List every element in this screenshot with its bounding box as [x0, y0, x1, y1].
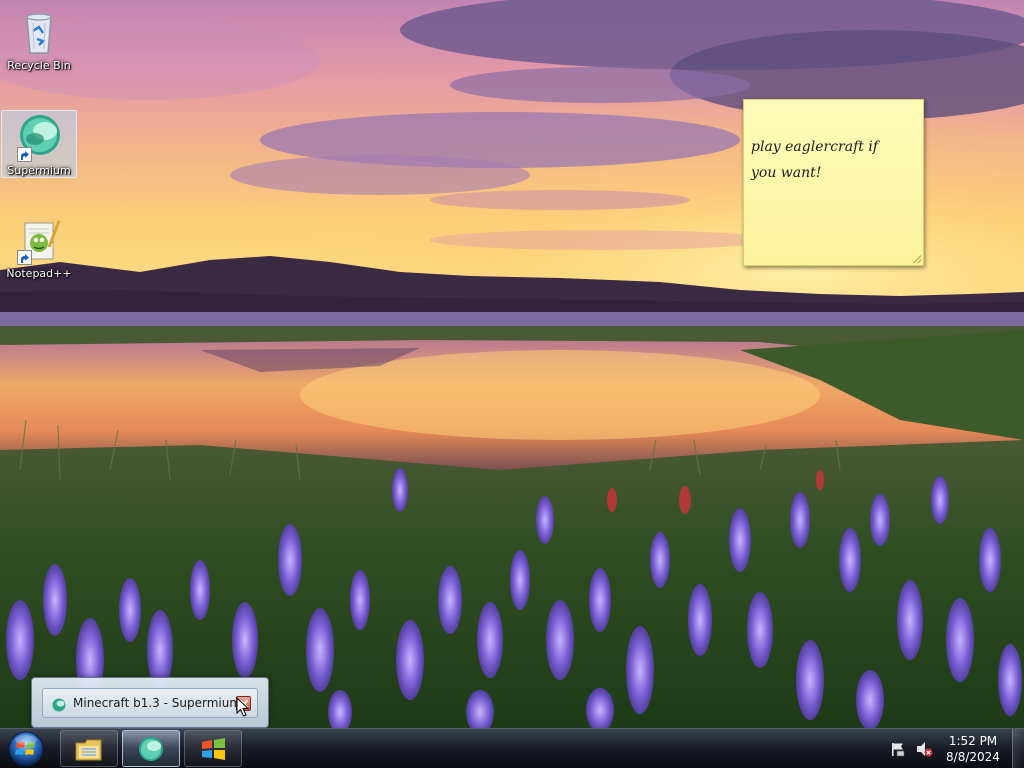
shortcut-arrow-icon: [17, 147, 32, 162]
windows-explorer-icon: [74, 735, 104, 763]
shortcut-arrow-icon: [17, 250, 32, 265]
recycle-bin-icon: [15, 9, 63, 57]
action-center-flag-icon[interactable]: [890, 741, 906, 757]
window-title: Minecraft b1.3 - Supermium: [73, 696, 242, 710]
taskbar-button-windows[interactable]: [184, 730, 242, 767]
notepad-plus-plus-icon: [15, 217, 63, 265]
windows-logo-icon: [198, 735, 228, 763]
desktop-icon-recycle-bin[interactable]: Recycle Bin: [1, 5, 77, 73]
desktop-icon-label: Notepad++: [6, 267, 72, 280]
windows-start-orb-icon: [8, 731, 44, 767]
desktop-icon-label: Recycle Bin: [7, 59, 71, 72]
taskbar-clock[interactable]: 1:52 PM 8/8/2024: [940, 733, 1006, 765]
supermium-icon: [15, 114, 63, 162]
taskbar-button-explorer[interactable]: [60, 730, 118, 767]
sticky-note-text[interactable]: play eaglercraft if you want!: [751, 134, 919, 186]
clock-time: 1:52 PM: [948, 734, 998, 748]
desktop-icon-label: Supermium: [7, 164, 71, 177]
taskbar-button-supermium[interactable]: [122, 730, 180, 767]
supermium-icon: [136, 735, 166, 763]
mouse-cursor-icon: [236, 696, 250, 718]
taskbar: 1:52 PM 8/8/2024: [0, 728, 1024, 768]
sticky-note[interactable]: play eaglercraft if you want!: [743, 99, 924, 266]
clock-date: 8/8/2024: [946, 750, 1000, 764]
show-desktop-button[interactable]: [1012, 729, 1024, 768]
desktop-icon-supermium[interactable]: Supermium: [1, 110, 77, 178]
volume-muted-icon[interactable]: [915, 741, 933, 757]
start-button[interactable]: [4, 730, 48, 768]
resize-grip-icon[interactable]: [913, 255, 921, 263]
supermium-icon: [52, 697, 66, 712]
window-thumbnail-item[interactable]: Minecraft b1.3 - Supermium: [42, 688, 258, 718]
taskbar-thumbnail-popup: Minecraft b1.3 - Supermium: [31, 677, 269, 728]
desktop-icon-notepad-plus-plus[interactable]: Notepad++: [1, 213, 77, 281]
